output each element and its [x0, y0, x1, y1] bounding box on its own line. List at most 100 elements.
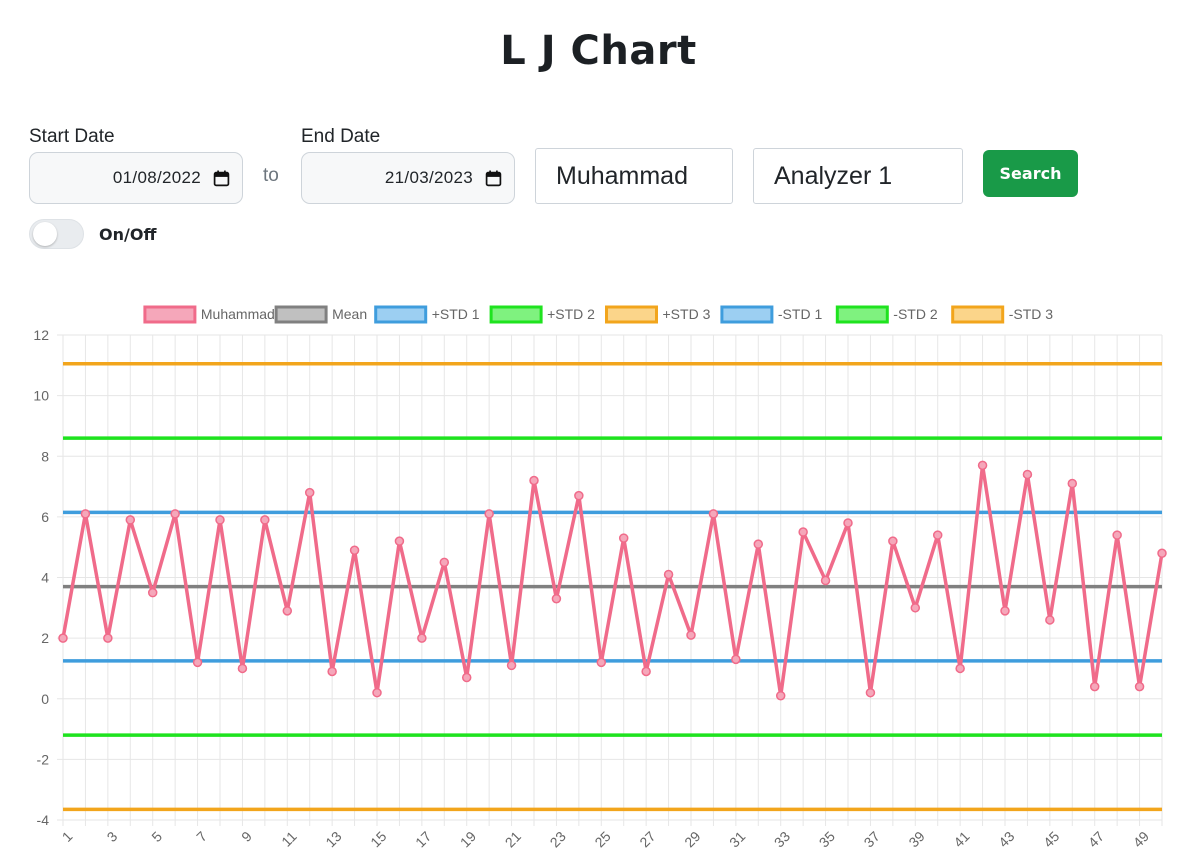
x-tick-label: 11 [278, 828, 300, 850]
legend-swatch [951, 305, 1005, 324]
data-point [192, 657, 203, 668]
data-point [372, 687, 382, 698]
name-input[interactable]: Muhammad [535, 148, 733, 204]
data-point [215, 515, 225, 525]
analyzer-input[interactable]: Analyzer 1 [753, 148, 963, 204]
data-point [843, 518, 853, 528]
data-point [641, 666, 651, 677]
data-point [349, 545, 360, 555]
data-point [170, 509, 180, 519]
y-tick-label: 0 [41, 691, 49, 707]
calendar-icon[interactable] [213, 170, 230, 187]
y-tick-label: -2 [37, 751, 50, 767]
end-date-label: End Date [301, 126, 381, 147]
x-tick-label: 25 [591, 828, 613, 850]
data-point [551, 593, 562, 604]
data-point [304, 487, 315, 498]
toggle-label: On/Off [99, 225, 157, 244]
data-point [865, 687, 876, 698]
data-point [58, 633, 68, 643]
date-range-separator: to [263, 165, 279, 186]
data-point [1000, 606, 1010, 616]
data-point [798, 527, 808, 537]
end-date-input[interactable]: 21/03/2023 [301, 152, 515, 204]
data-point [103, 633, 113, 643]
data-point [237, 663, 248, 674]
x-tick-label: 47 [1085, 828, 1107, 850]
legend-item-std-2: -STD 2 [835, 305, 938, 324]
x-tick-label: 23 [547, 828, 569, 850]
data-point [417, 633, 427, 643]
end-date-value: 21/03/2023 [384, 168, 473, 187]
data-point [910, 603, 921, 613]
start-date-input[interactable]: 01/08/2022 [29, 152, 243, 204]
data-point [888, 536, 898, 546]
legend-label: -STD 3 [1009, 306, 1054, 322]
legend-item-std-1: -STD 1 [720, 305, 823, 324]
legend-label: -STD 1 [778, 306, 823, 322]
legend-item-mean: Mean [274, 305, 367, 324]
legend-swatch [143, 305, 197, 324]
x-tick-label: 41 [950, 828, 972, 850]
x-tick-label: 27 [636, 828, 658, 850]
x-tick-label: 5 [148, 828, 165, 845]
data-point [125, 515, 136, 525]
y-tick-label: -4 [37, 812, 50, 828]
y-tick-label: 8 [41, 448, 49, 464]
x-tick-label: 33 [771, 828, 793, 850]
data-point [775, 690, 786, 701]
legend-label: +STD 2 [547, 306, 595, 322]
data-point [574, 490, 584, 501]
x-tick-label: 1 [59, 828, 76, 845]
legend-swatch [720, 305, 774, 324]
x-tick-label: 3 [104, 828, 121, 845]
legend-swatch [374, 305, 428, 324]
toggle-knob [33, 222, 57, 246]
x-tick-label: 39 [905, 828, 927, 850]
legend-item-std-2: +STD 2 [489, 305, 595, 324]
legend-item-muhammad: Muhammad [143, 305, 275, 324]
x-tick-label: 31 [726, 828, 748, 850]
y-tick-label: 6 [41, 509, 49, 525]
data-point [1134, 681, 1145, 692]
page-title: L J Chart [500, 28, 697, 74]
data-point [439, 557, 450, 568]
x-tick-label: 19 [457, 828, 479, 850]
on-off-toggle[interactable] [29, 219, 84, 249]
y-tick-label: 4 [41, 570, 49, 586]
legend-swatch [274, 305, 328, 324]
data-point [282, 606, 293, 616]
data-point [618, 533, 629, 543]
data-point [1045, 615, 1055, 625]
x-tick-label: 43 [995, 828, 1017, 850]
data-point [820, 575, 831, 586]
data-point [1089, 681, 1100, 692]
x-tick-label: 29 [681, 828, 703, 850]
data-point [686, 630, 696, 640]
x-tick-label: 9 [238, 828, 255, 845]
x-tick-label: 13 [322, 828, 344, 850]
start-date-label: Start Date [29, 126, 115, 147]
x-tick-label: 21 [502, 828, 524, 850]
data-point [731, 654, 741, 665]
x-tick-label: 45 [1040, 828, 1062, 850]
legend-item-std-3: -STD 3 [951, 305, 1054, 324]
legend-label: +STD 3 [663, 306, 711, 322]
calendar-icon[interactable] [485, 170, 502, 187]
data-point [484, 509, 494, 519]
y-tick-label: 10 [33, 388, 49, 404]
x-tick-label: 37 [861, 828, 883, 850]
start-date-value: 01/08/2022 [112, 168, 201, 187]
data-point [506, 660, 517, 671]
data-point [932, 530, 943, 540]
data-point [260, 515, 270, 525]
data-point [529, 475, 539, 486]
x-tick-label: 17 [412, 828, 434, 850]
data-point [327, 666, 337, 677]
data-point [708, 509, 719, 519]
search-button[interactable]: Search [983, 150, 1078, 197]
data-point [753, 539, 764, 549]
legend-label: Muhammad [201, 306, 275, 322]
x-tick-label: 7 [193, 828, 210, 845]
legend-swatch [835, 305, 889, 324]
